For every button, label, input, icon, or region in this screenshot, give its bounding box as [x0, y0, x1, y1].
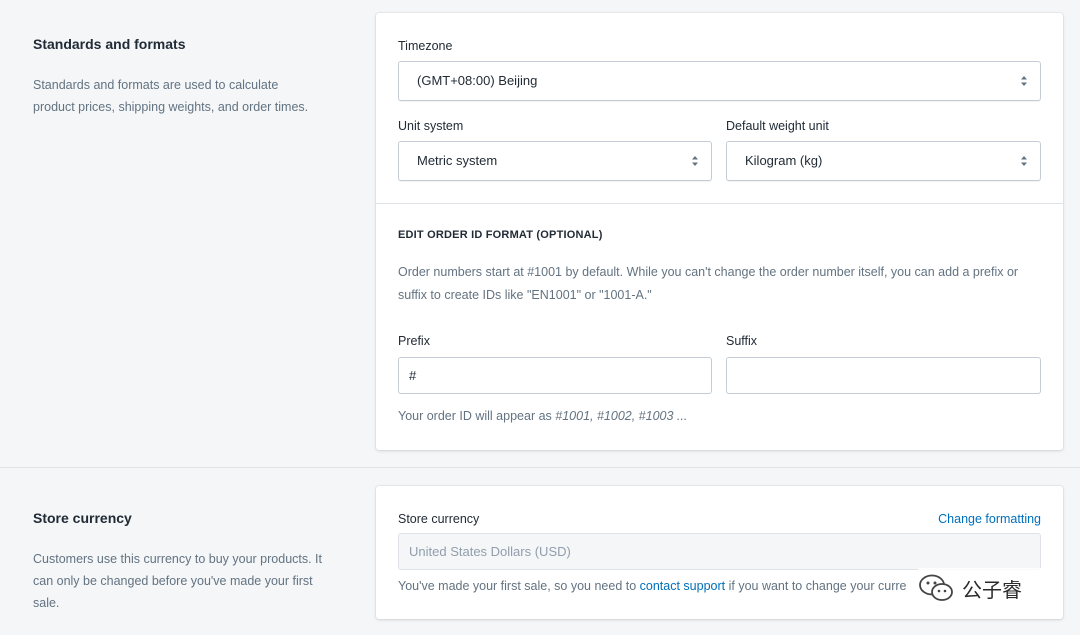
currency-notice-after: if you want to change your curre: [725, 579, 907, 593]
unit-system-label: Unit system: [398, 119, 464, 133]
select-caret-icon: [1021, 156, 1027, 166]
suffix-label: Suffix: [726, 334, 758, 348]
order-id-preview-text: Your order ID will appear as: [398, 409, 556, 423]
currency-title: Store currency: [33, 510, 132, 526]
change-formatting-link[interactable]: Change formatting: [938, 512, 1041, 526]
select-caret-icon: [1021, 76, 1027, 86]
watermark-text: 公子睿: [962, 577, 1022, 602]
currency-section: Store currency Customers use this curren…: [0, 467, 1080, 635]
card-divider: [376, 203, 1063, 204]
standards-annotation: Standards and formats Standards and form…: [33, 34, 323, 118]
currency-input: United States Dollars (USD): [398, 533, 1041, 570]
timezone-select[interactable]: (GMT+08:00) Beijing: [398, 61, 1041, 101]
weight-unit-select[interactable]: Kilogram (kg): [726, 141, 1041, 181]
prefix-label: Prefix: [398, 334, 430, 348]
currency-annotation: Store currency Customers use this curren…: [33, 508, 323, 614]
currency-notice-before: You've made your first sale, so you need…: [398, 579, 640, 593]
weight-unit-value: Kilogram (kg): [745, 153, 823, 168]
order-id-preview: Your order ID will appear as #1001, #100…: [398, 405, 687, 428]
standards-card: Timezone (GMT+08:00) Beijing Unit system…: [376, 13, 1063, 450]
unit-system-select[interactable]: Metric system: [398, 141, 712, 181]
watermark: 公子睿: [918, 568, 1058, 608]
timezone-value: (GMT+08:00) Beijing: [417, 73, 538, 88]
timezone-label: Timezone: [398, 39, 453, 53]
suffix-input[interactable]: [726, 357, 1041, 394]
order-id-help: Order numbers start at #1001 by default.…: [398, 265, 1019, 302]
weight-unit-label: Default weight unit: [726, 119, 829, 133]
contact-support-link[interactable]: contact support: [640, 579, 725, 593]
wechat-icon: [919, 574, 953, 601]
order-id-heading: EDIT ORDER ID FORMAT (OPTIONAL): [398, 229, 603, 241]
standards-section: Standards and formats Standards and form…: [0, 0, 1080, 467]
standards-description: Standards and formats are used to calcul…: [33, 78, 309, 114]
unit-system-value: Metric system: [417, 153, 498, 168]
currency-description: Customers use this currency to buy your …: [33, 552, 323, 610]
order-id-preview-values: #1001, #1002, #1003 ...: [555, 409, 688, 423]
prefix-input[interactable]: [398, 357, 712, 394]
select-caret-icon: [692, 156, 698, 166]
standards-title: Standards and formats: [33, 36, 186, 52]
currency-field-label: Store currency: [398, 512, 480, 526]
